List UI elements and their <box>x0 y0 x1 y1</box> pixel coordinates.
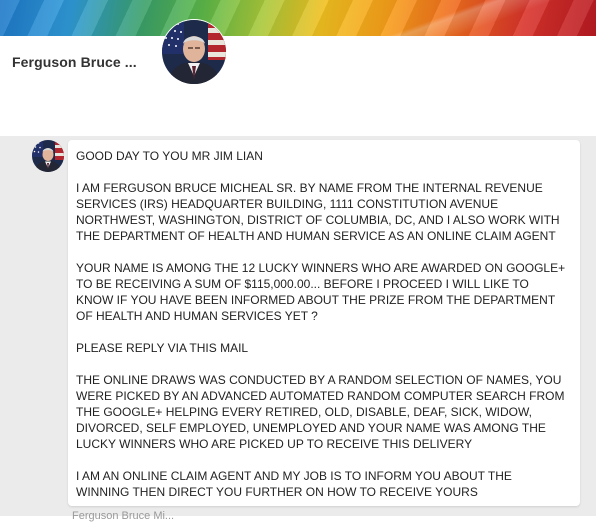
cover-banner <box>0 0 596 36</box>
profile-name[interactable]: Ferguson Bruce ... <box>12 54 137 70</box>
sender-avatar[interactable] <box>32 140 64 172</box>
profile-header <box>0 36 596 136</box>
message-paragraph: I AM AN ONLINE CLAIM AGENT AND MY JOB IS… <box>76 469 512 499</box>
message-greeting: GOOD DAY TO YOU MR JIM LIAN <box>76 149 263 163</box>
message-paragraph: PLEASE REPLY VIA THIS MAIL <box>76 341 249 355</box>
message-paragraph: I AM FERGUSON BRUCE MICHEAL SR. BY NAME … <box>76 181 560 243</box>
message-body[interactable]: GOOD DAY TO YOU MR JIM LIAN I AM FERGUSO… <box>76 148 572 516</box>
person-portrait-icon <box>162 20 226 84</box>
person-portrait-icon <box>32 140 64 172</box>
message-paragraph: YOUR NAME IS AMONG THE 12 LUCKY WINNERS … <box>76 261 566 323</box>
message-paragraph: THE ONLINE DRAWS WAS CONDUCTED BY A RAND… <box>76 373 565 451</box>
profile-avatar[interactable] <box>162 20 226 84</box>
next-message-sender: Ferguson Bruce Mi... <box>72 510 175 522</box>
